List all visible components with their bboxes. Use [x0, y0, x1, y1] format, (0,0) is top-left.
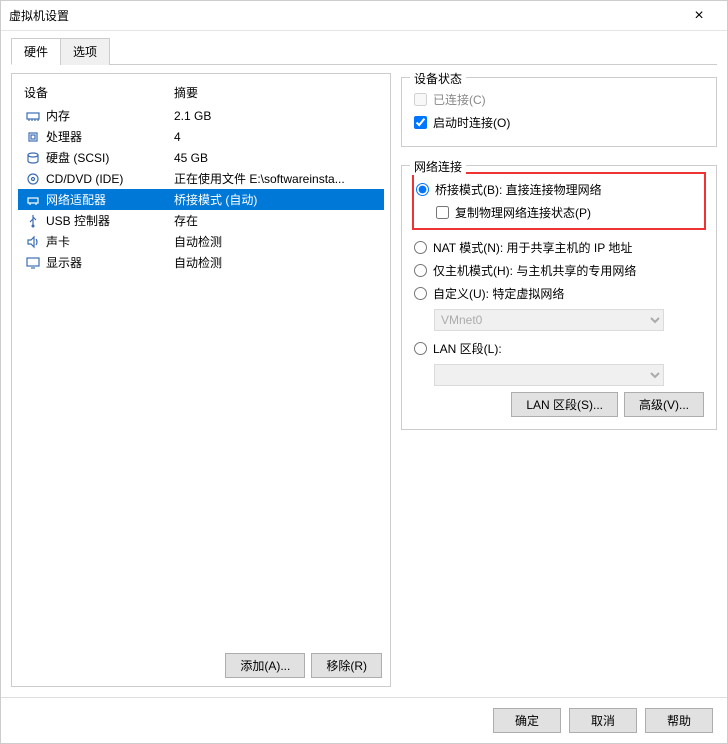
connect-poweron-row[interactable]: 启动时连接(O)	[414, 111, 704, 134]
custom-combo-wrap: VMnet0	[434, 309, 664, 331]
replicate-checkbox[interactable]	[436, 206, 449, 219]
device-summary: 存在	[174, 212, 378, 229]
col-summary: 摘要	[174, 84, 198, 101]
hostonly-label: 仅主机模式(H): 与主机共享的专用网络	[433, 262, 636, 279]
bridged-radio[interactable]	[416, 183, 429, 196]
device-row[interactable]: USB 控制器存在	[18, 210, 384, 231]
network-connection-group: 网络连接 桥接模式(B): 直接连接物理网络 复制物理网络连接状态(P)	[401, 165, 717, 430]
replicate-label: 复制物理网络连接状态(P)	[455, 204, 591, 221]
nat-label: NAT 模式(N): 用于共享主机的 IP 地址	[433, 239, 632, 256]
device-row[interactable]: 硬盘 (SCSI)45 GB	[18, 147, 384, 168]
highlight-box: 桥接模式(B): 直接连接物理网络 复制物理网络连接状态(P)	[412, 172, 706, 230]
add-button[interactable]: 添加(A)...	[225, 653, 305, 678]
settings-panel: 设备状态 已连接(C) 启动时连接(O) 网络连接	[401, 73, 717, 687]
content: 设备 摘要 内存2.1 GB处理器4硬盘 (SCSI)45 GBCD/DVD (…	[11, 65, 717, 687]
network-extra-buttons: LAN 区段(S)... 高级(V)...	[414, 392, 704, 417]
sound-icon	[24, 234, 42, 250]
tab-hardware[interactable]: 硬件	[11, 38, 61, 65]
connect-poweron-checkbox[interactable]	[414, 116, 427, 129]
device-list[interactable]: 内存2.1 GB处理器4硬盘 (SCSI)45 GBCD/DVD (IDE)正在…	[18, 105, 384, 645]
ok-button[interactable]: 确定	[493, 708, 561, 733]
device-summary: 自动检测	[174, 233, 378, 250]
connect-poweron-label: 启动时连接(O)	[433, 114, 510, 131]
device-summary: 45 GB	[174, 151, 378, 165]
lan-segment-radio-row[interactable]: LAN 区段(L):	[414, 337, 704, 360]
usb-icon	[24, 213, 42, 229]
device-row[interactable]: 网络适配器桥接模式 (自动)	[18, 189, 384, 210]
device-summary: 正在使用文件 E:\softwareinsta...	[174, 170, 378, 187]
disk-icon	[24, 150, 42, 166]
network-icon	[24, 192, 42, 208]
lan-combo	[434, 364, 664, 386]
dialog-footer: 确定 取消 帮助	[1, 697, 727, 743]
device-summary: 自动检测	[174, 254, 378, 271]
display-icon	[24, 255, 42, 271]
hostonly-radio[interactable]	[414, 264, 427, 277]
device-row[interactable]: 处理器4	[18, 126, 384, 147]
col-device: 设备	[24, 84, 174, 101]
device-name: 显示器	[46, 254, 174, 271]
vm-settings-window: 虚拟机设置 × 硬件 选项 设备 摘要 内存2.1 GB处理器4硬盘 (SCSI…	[0, 0, 728, 744]
cancel-button[interactable]: 取消	[569, 708, 637, 733]
connected-checkbox-row[interactable]: 已连接(C)	[414, 88, 704, 111]
connected-checkbox	[414, 93, 427, 106]
lan-segment-label: LAN 区段(L):	[433, 340, 502, 357]
custom-radio-row[interactable]: 自定义(U): 特定虚拟网络	[414, 282, 704, 305]
device-summary: 桥接模式 (自动)	[174, 191, 378, 208]
connected-label: 已连接(C)	[433, 91, 486, 108]
close-icon[interactable]: ×	[679, 7, 719, 25]
device-row[interactable]: CD/DVD (IDE)正在使用文件 E:\softwareinsta...	[18, 168, 384, 189]
bridged-radio-row[interactable]: 桥接模式(B): 直接连接物理网络	[416, 178, 702, 201]
device-name: 声卡	[46, 233, 174, 250]
titlebar: 虚拟机设置 ×	[1, 1, 727, 31]
device-name: 内存	[46, 107, 174, 124]
nat-radio[interactable]	[414, 241, 427, 254]
custom-combo: VMnet0	[434, 309, 664, 331]
lan-segments-button[interactable]: LAN 区段(S)...	[511, 392, 618, 417]
network-connection-title: 网络连接	[410, 158, 466, 175]
device-summary: 4	[174, 130, 378, 144]
device-row[interactable]: 显示器自动检测	[18, 252, 384, 273]
cd-icon	[24, 171, 42, 187]
nat-radio-row[interactable]: NAT 模式(N): 用于共享主机的 IP 地址	[414, 236, 704, 259]
custom-radio[interactable]	[414, 287, 427, 300]
device-status-group: 设备状态 已连接(C) 启动时连接(O)	[401, 77, 717, 147]
help-button[interactable]: 帮助	[645, 708, 713, 733]
device-row[interactable]: 声卡自动检测	[18, 231, 384, 252]
cpu-icon	[24, 129, 42, 145]
advanced-button[interactable]: 高级(V)...	[624, 392, 704, 417]
replicate-checkbox-row[interactable]: 复制物理网络连接状态(P)	[436, 201, 702, 224]
client-area: 硬件 选项 设备 摘要 内存2.1 GB处理器4硬盘 (SCSI)45 GBCD…	[1, 31, 727, 697]
device-row[interactable]: 内存2.1 GB	[18, 105, 384, 126]
device-name: 处理器	[46, 128, 174, 145]
device-name: 硬盘 (SCSI)	[46, 149, 174, 166]
tab-bar: 硬件 选项	[11, 37, 717, 65]
tab-options[interactable]: 选项	[60, 38, 110, 65]
device-list-header: 设备 摘要	[18, 80, 384, 105]
lan-combo-wrap	[434, 364, 664, 386]
hostonly-radio-row[interactable]: 仅主机模式(H): 与主机共享的专用网络	[414, 259, 704, 282]
window-title: 虚拟机设置	[9, 7, 679, 24]
device-panel: 设备 摘要 内存2.1 GB处理器4硬盘 (SCSI)45 GBCD/DVD (…	[11, 73, 391, 687]
device-name: USB 控制器	[46, 212, 174, 229]
device-name: CD/DVD (IDE)	[46, 172, 174, 186]
device-name: 网络适配器	[46, 191, 174, 208]
device-summary: 2.1 GB	[174, 109, 378, 123]
device-status-title: 设备状态	[410, 70, 466, 87]
memory-icon	[24, 108, 42, 124]
remove-button[interactable]: 移除(R)	[311, 653, 382, 678]
lan-segment-radio[interactable]	[414, 342, 427, 355]
custom-label: 自定义(U): 特定虚拟网络	[433, 285, 564, 302]
bridged-label: 桥接模式(B): 直接连接物理网络	[435, 181, 602, 198]
device-buttons: 添加(A)... 移除(R)	[18, 645, 384, 680]
